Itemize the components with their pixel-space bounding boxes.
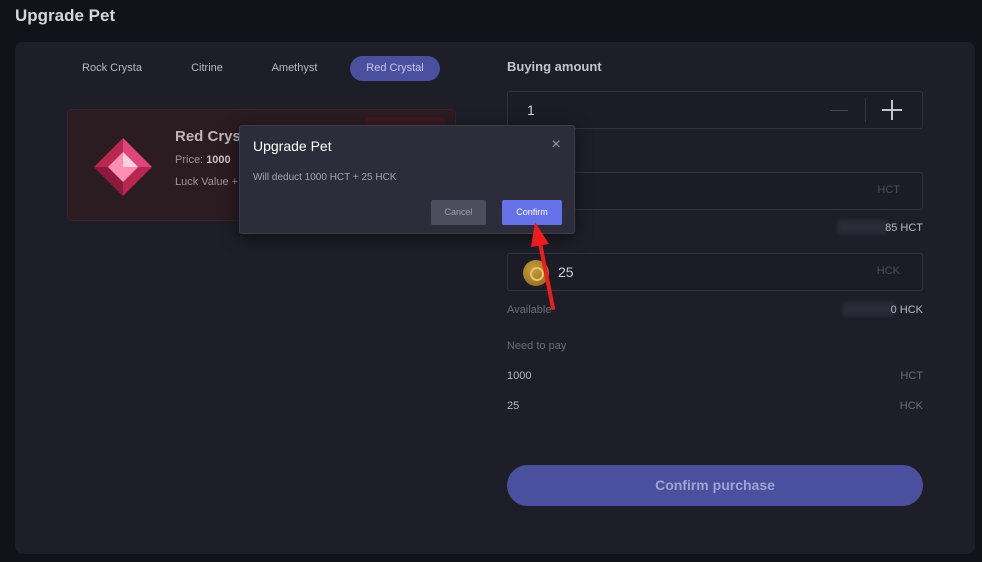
tab-citrine[interactable]: Citrine	[177, 56, 237, 81]
page-title: Upgrade Pet	[15, 6, 116, 25]
quantity-value[interactable]: 1	[527, 102, 535, 118]
tab-rock-crystal[interactable]: Rock Crysta	[67, 56, 157, 81]
quantity-stepper: 1	[507, 91, 923, 129]
confirm-button[interactable]: Confirm	[502, 200, 562, 225]
plus-icon[interactable]	[882, 100, 902, 120]
crystal-name: Red Cryst	[175, 128, 246, 145]
minus-icon[interactable]	[830, 110, 848, 111]
redaction-blur	[843, 302, 895, 316]
crystal-price: Price: 1000	[175, 154, 231, 166]
hck-available-value: 0 HCK	[890, 304, 923, 316]
redaction-blur	[837, 220, 887, 234]
pay-amount: 25	[507, 400, 520, 412]
dialog-message: Will deduct 1000 HCT + 25 HCK	[253, 172, 397, 183]
hck-input[interactable]: 25 HCK	[507, 253, 923, 291]
stepper-divider	[865, 98, 866, 122]
hct-unit: HCT	[877, 184, 900, 196]
tab-red-crystal[interactable]: Red Crystal	[350, 56, 440, 81]
upgrade-dialog: Upgrade Pet × Will deduct 1000 HCT + 25 …	[239, 125, 575, 234]
hck-available-row: Available 0 HCK	[507, 302, 923, 316]
hct-available-value: 85 HCT	[885, 222, 923, 234]
hck-available-label: Available	[507, 304, 552, 316]
buying-amount-label: Buying amount	[507, 59, 602, 74]
need-to-pay-label: Need to pay	[507, 340, 567, 352]
confirm-purchase-button[interactable]: Confirm purchase	[507, 465, 923, 506]
dialog-title: Upgrade Pet	[253, 138, 332, 154]
tab-amethyst[interactable]: Amethyst	[257, 56, 332, 81]
close-icon[interactable]: ×	[549, 137, 563, 153]
red-crystal-icon	[94, 138, 152, 196]
pay-unit: HCT	[900, 370, 923, 382]
crystal-price-label: Price:	[175, 154, 204, 166]
cancel-button[interactable]: Cancel	[431, 200, 486, 225]
pay-amount: 1000	[507, 370, 532, 382]
pay-row-hct: 1000 HCT	[507, 370, 923, 382]
hck-value: 25	[558, 264, 574, 280]
crystal-price-value: 1000	[206, 154, 231, 166]
pay-row-hck: 25 HCK	[507, 400, 923, 412]
hck-unit: HCK	[876, 265, 900, 277]
pay-unit: HCK	[899, 400, 923, 412]
purchase-section: Buying amount 1 00 HCT 85 HCT 25 HCK Ava…	[507, 0, 923, 562]
crystal-luck: Luck Value +	[175, 176, 239, 188]
coin-icon	[523, 260, 549, 286]
